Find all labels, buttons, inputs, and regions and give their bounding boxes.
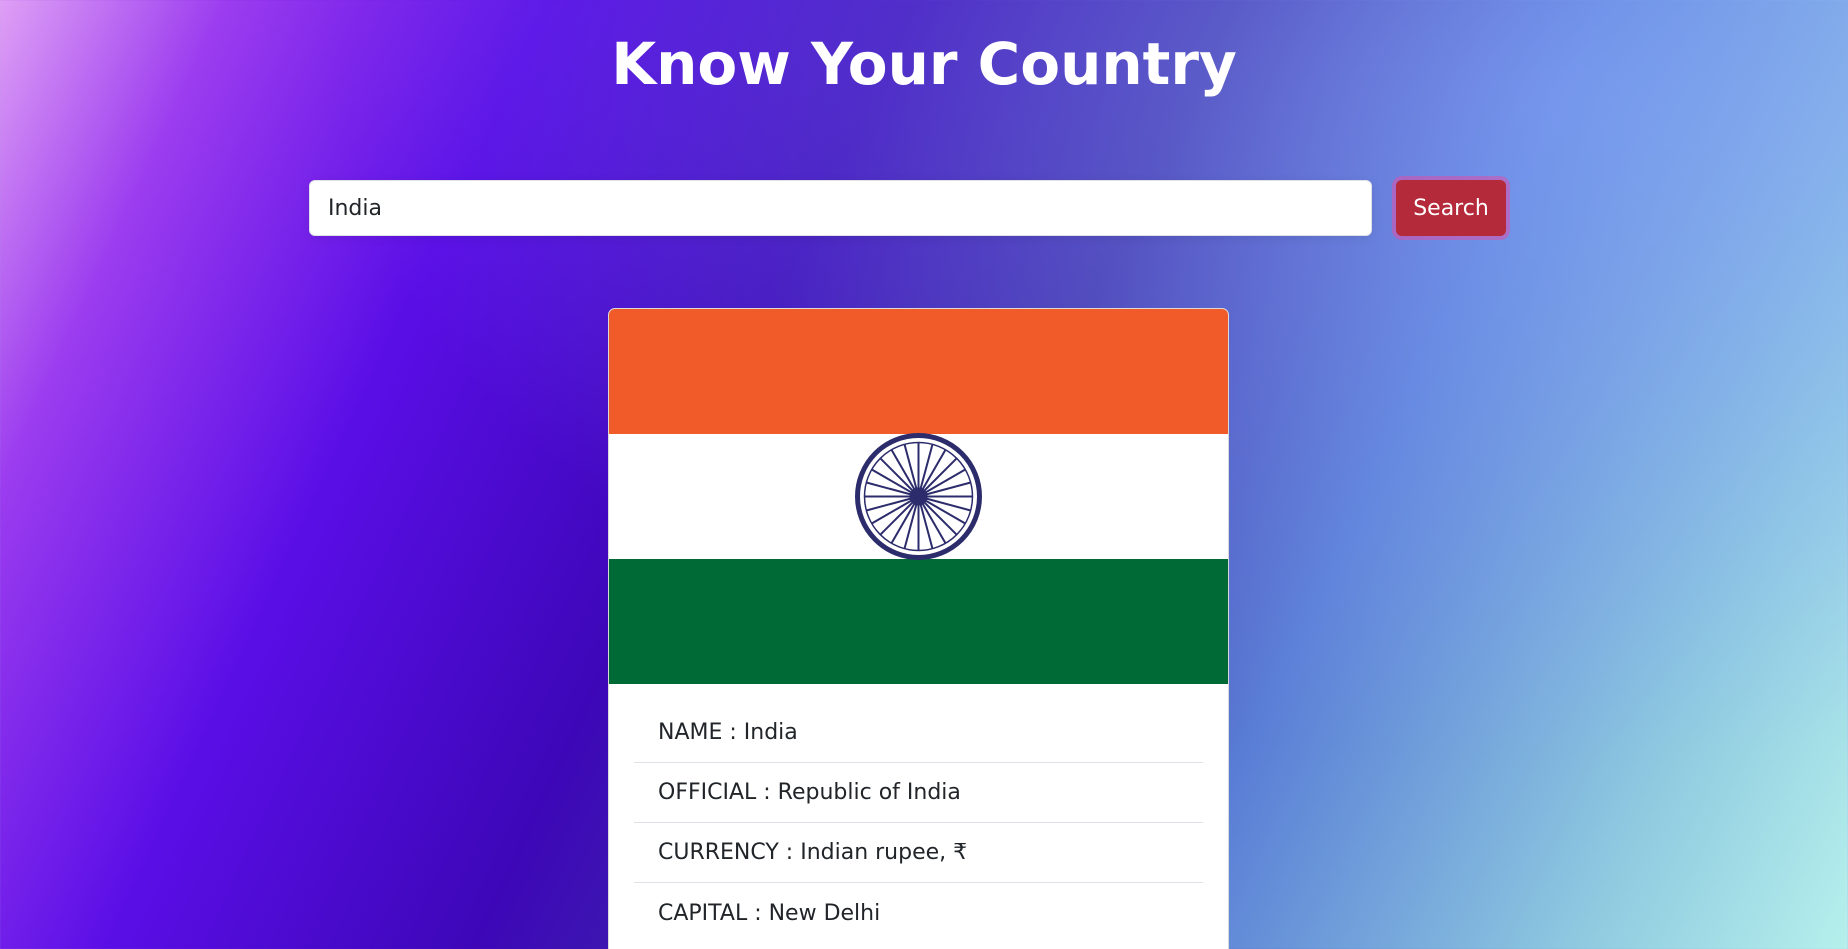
detail-name: NAME : India [634, 703, 1203, 763]
detail-official-name: OFFICIAL : Republic of India [634, 763, 1203, 823]
flag-green-band [609, 559, 1228, 684]
country-card: NAME : India OFFICIAL : Republic of Indi… [608, 308, 1229, 949]
country-details-list: NAME : India OFFICIAL : Republic of Indi… [634, 703, 1203, 943]
page-title: Know Your Country [611, 30, 1237, 98]
search-input[interactable] [309, 180, 1372, 236]
detail-currency: CURRENCY : Indian rupee, ₹ [634, 823, 1203, 883]
flag-saffron-band [609, 309, 1228, 434]
detail-capital: CAPITAL : New Delhi [658, 900, 881, 926]
search-button[interactable]: Search [1396, 180, 1506, 236]
india-flag-image [609, 309, 1228, 684]
ashoka-chakra-icon [855, 433, 982, 560]
